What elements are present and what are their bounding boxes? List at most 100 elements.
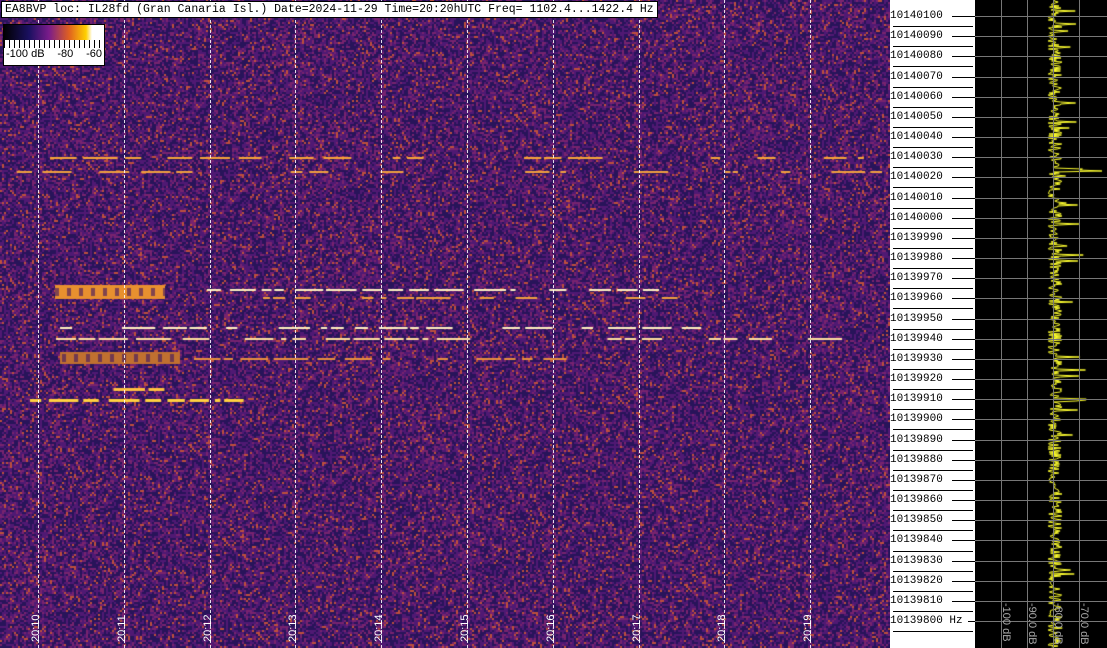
frequency-minor-tick bbox=[893, 187, 973, 189]
frequency-tick bbox=[952, 419, 975, 421]
time-label: 20:10 bbox=[30, 614, 42, 642]
frequency-minor-tick bbox=[893, 469, 973, 471]
frequency-label: 10140020 bbox=[890, 171, 943, 184]
time-gridline bbox=[724, 0, 726, 648]
frequency-tick bbox=[952, 600, 975, 602]
spectrum-gridline bbox=[975, 439, 1107, 441]
spectrum-gridline bbox=[975, 399, 1107, 401]
frequency-minor-tick bbox=[893, 106, 973, 108]
spectrum-panel: -100 dB -90.0 dB -80.0 dB -70.0 dB bbox=[975, 0, 1107, 648]
frequency-minor-tick bbox=[893, 46, 973, 48]
spectrum-gridline bbox=[975, 217, 1107, 219]
frequency-minor-tick bbox=[893, 348, 973, 350]
frequency-label: 10139930 bbox=[890, 352, 943, 365]
frequency-minor-tick bbox=[893, 328, 973, 330]
frequency-label: 10139830 bbox=[890, 554, 943, 567]
frequency-minor-tick bbox=[893, 26, 973, 28]
frequency-label: 10139980 bbox=[890, 252, 943, 265]
frequency-tick bbox=[952, 500, 975, 502]
spectrum-db-gridline bbox=[1079, 0, 1080, 648]
frequency-tick bbox=[952, 217, 975, 219]
spectrum-gridline bbox=[975, 116, 1107, 118]
frequency-minor-tick bbox=[893, 126, 973, 128]
colorbar-gradient bbox=[4, 25, 104, 40]
frequency-label: 10139910 bbox=[890, 393, 943, 406]
spectrum-gridline bbox=[975, 96, 1107, 98]
frequency-minor-tick bbox=[893, 489, 973, 491]
frequency-label: 10140040 bbox=[890, 131, 943, 144]
time-label: 20:16 bbox=[545, 614, 557, 642]
time-label: 20:18 bbox=[716, 614, 728, 642]
frequency-tick bbox=[952, 540, 975, 542]
time-gridline bbox=[552, 0, 554, 648]
frequency-label: 10139840 bbox=[890, 534, 943, 547]
frequency-tick bbox=[952, 16, 975, 17]
frequency-minor-tick bbox=[893, 66, 973, 68]
frequency-minor-tick bbox=[893, 86, 973, 88]
frequency-tick bbox=[952, 36, 975, 38]
frequency-tick bbox=[952, 379, 975, 381]
time-gridline bbox=[381, 0, 383, 648]
time-label: 20:17 bbox=[631, 614, 643, 642]
frequency-axis: 10140100 10140090 10140080 10140070 10140060… bbox=[890, 0, 975, 648]
frequency-tick bbox=[952, 137, 975, 139]
spectrum-gridline bbox=[975, 36, 1107, 38]
frequency-tick bbox=[952, 237, 975, 239]
spectrum-gridline bbox=[975, 580, 1107, 582]
frequency-label: 10139950 bbox=[890, 312, 943, 325]
frequency-label: 10139800 Hz bbox=[890, 615, 963, 628]
frequency-label: 10140100 bbox=[890, 10, 943, 22]
frequency-minor-tick bbox=[893, 429, 973, 431]
frequency-label: 10139860 bbox=[890, 494, 943, 507]
frequency-minor-tick bbox=[893, 409, 973, 411]
frequency-minor-tick bbox=[893, 389, 973, 391]
frequency-minor-tick bbox=[893, 449, 973, 451]
spectrum-db-gridline bbox=[1053, 0, 1054, 648]
frequency-tick bbox=[952, 459, 975, 461]
frequency-minor-tick bbox=[893, 550, 973, 552]
time-gridline bbox=[38, 0, 39, 648]
spectrum-gridline bbox=[975, 338, 1107, 340]
spectrum-db-gridline bbox=[1001, 0, 1002, 648]
time-label: 20:12 bbox=[202, 614, 214, 642]
spectrum-db-label: -70.0 dB bbox=[1078, 603, 1090, 645]
time-label: 20:13 bbox=[287, 614, 299, 642]
spectrum-gridline bbox=[975, 379, 1107, 381]
spectrum-gridline bbox=[975, 258, 1107, 260]
frequency-label: 10140010 bbox=[890, 191, 943, 204]
frequency-minor-tick bbox=[893, 611, 973, 612]
spectrum-gridline bbox=[975, 197, 1107, 199]
frequency-tick bbox=[952, 560, 975, 562]
frequency-tick bbox=[952, 298, 975, 300]
frequency-minor-tick bbox=[893, 227, 973, 229]
spectrum-gridline bbox=[975, 237, 1107, 239]
frequency-minor-tick bbox=[893, 590, 973, 592]
frequency-tick bbox=[952, 197, 975, 199]
frequency-minor-tick bbox=[893, 147, 973, 149]
spectrum-gridline bbox=[975, 177, 1107, 179]
colorbar-ticks bbox=[4, 40, 104, 48]
time-label: 20:14 bbox=[373, 614, 385, 642]
spectrogram-canvas bbox=[0, 0, 890, 648]
header-title: EA8BVP loc: IL28fd (Gran Canaria Isl.) D… bbox=[1, 1, 658, 18]
frequency-minor-tick bbox=[893, 247, 973, 249]
frequency-tick bbox=[952, 338, 975, 340]
spectrum-gridline bbox=[975, 459, 1107, 461]
frequency-label: 10139820 bbox=[890, 574, 943, 587]
spectrum-gridline bbox=[975, 56, 1107, 58]
frequency-tick bbox=[952, 56, 975, 58]
spectrum-gridline bbox=[975, 278, 1107, 280]
spectrum-gridline bbox=[975, 500, 1107, 502]
frequency-minor-tick bbox=[893, 510, 973, 512]
frequency-tick bbox=[952, 479, 975, 481]
frequency-label: 10139970 bbox=[890, 272, 943, 285]
time-gridline bbox=[295, 0, 297, 648]
colorbar-label-min: -100 dB bbox=[6, 48, 45, 60]
time-gridline bbox=[209, 0, 211, 648]
spectrum-gridline bbox=[975, 298, 1107, 300]
colorbar-label-mid: -80 bbox=[57, 48, 74, 60]
frequency-label: 10139880 bbox=[890, 453, 943, 466]
time-gridline bbox=[810, 0, 812, 648]
frequency-tick bbox=[952, 318, 975, 320]
time-gridline bbox=[123, 0, 125, 648]
